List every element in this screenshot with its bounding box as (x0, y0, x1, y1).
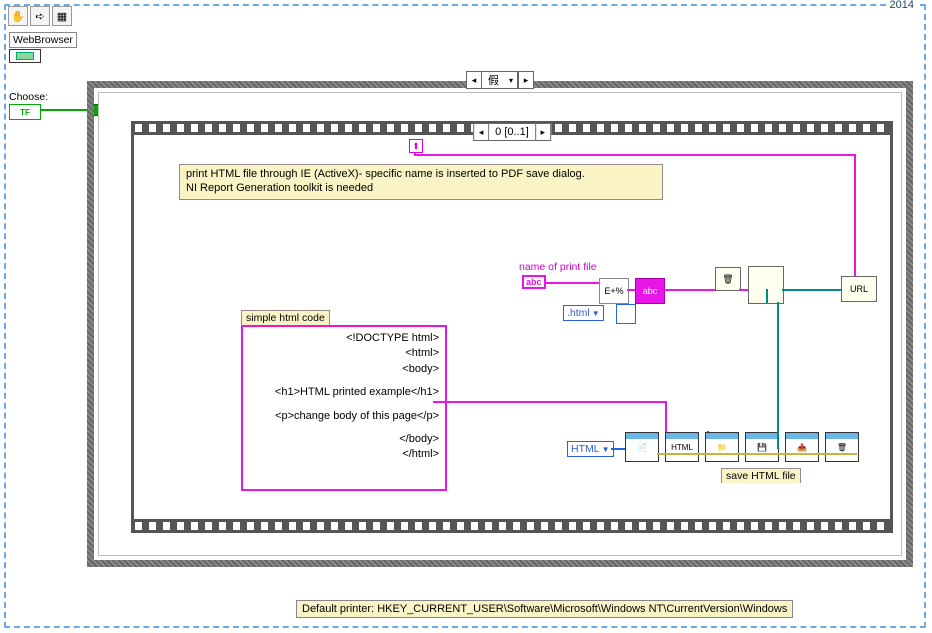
append-html-node[interactable]: HTML (665, 432, 699, 462)
error-wire (657, 453, 857, 455)
comment-main: print HTML file through IE (ActiveX)- sp… (179, 164, 663, 200)
webbrowser-label: WebBrowser (9, 32, 77, 48)
wire-bool (40, 109, 87, 111)
bundle-node[interactable] (616, 304, 636, 324)
arrow-tool-icon[interactable]: ➪ (30, 6, 50, 26)
pan-tool-icon[interactable]: ✋ (8, 6, 28, 26)
string-concat-node[interactable]: abc (635, 278, 665, 304)
html-type-constant[interactable]: HTML▼ (567, 441, 614, 457)
sequence-selector[interactable]: ◂ 0 [0..1] ▸ (473, 123, 551, 141)
delete-file-node[interactable]: 🗑 (715, 267, 741, 291)
case-selector[interactable]: ◂ 假 ▾ ▸ (466, 71, 534, 89)
url-node[interactable]: URL (841, 276, 877, 302)
ext-constant[interactable]: .html▼ (563, 305, 604, 321)
case-value[interactable]: 假 (482, 71, 505, 89)
save-report-node[interactable]: 💾 (745, 432, 779, 462)
highlight-tool-icon[interactable]: ▦ (52, 6, 72, 26)
choose-connector[interactable]: TF (9, 104, 41, 120)
dropdown-icon: ▼ (592, 309, 600, 318)
dispose-report-node[interactable]: 🗑 (825, 432, 859, 462)
case-prev-icon[interactable]: ◂ (466, 71, 482, 89)
case-next-icon[interactable]: ▸ (518, 71, 534, 89)
comment-line1: print HTML file through IE (ActiveX)- sp… (186, 168, 656, 182)
webbrowser-terminal: WebBrowser (9, 32, 77, 63)
choose-label: Choose: (9, 91, 48, 103)
seq-prev-icon[interactable]: ◂ (473, 123, 489, 141)
save-to-url-node[interactable]: 📤 (785, 432, 819, 462)
toolbar: ✋ ➪ ▦ (8, 6, 72, 26)
comment-line2: NI Report Generation toolkit is needed (186, 182, 656, 196)
html-box-label: simple html code (241, 310, 330, 325)
format-string-node[interactable]: E+% (599, 278, 629, 304)
year-badge: 2014 (886, 0, 918, 12)
dropdown-icon: ▼ (602, 445, 610, 454)
shift-register-up-icon[interactable]: ⬆ (409, 139, 423, 153)
case-dropdown-icon[interactable]: ▾ (505, 71, 518, 89)
footer-note: Default printer: HKEY_CURRENT_USER\Softw… (296, 600, 793, 618)
set-path-node[interactable]: 📁 (705, 432, 739, 462)
new-report-node[interactable]: 📄 (625, 432, 659, 462)
choose-terminal: Choose: TF (9, 91, 48, 120)
stacked-sequence[interactable]: ◂ 0 [0..1] ▸ ⬆ print HTML file through I… (131, 121, 893, 533)
webbrowser-connector[interactable] (9, 49, 41, 63)
seq-value[interactable]: 0 [0..1] (489, 123, 535, 141)
printfile-label: name of print file (519, 261, 597, 273)
case-structure[interactable]: ◂ 假 ▾ ▸ ◂ 0 [0..1] ▸ ⬆ print HTML file t… (87, 81, 913, 567)
wire-enum (611, 448, 625, 450)
save-html-label: save HTML file (721, 468, 801, 483)
html-string-constant[interactable]: <!DOCTYPE html> <html> <body> <h1>HTML p… (241, 325, 447, 491)
save-html-row: 📄 HTML 📁 💾 📤 🗑 (625, 432, 859, 462)
seq-next-icon[interactable]: ▸ (535, 123, 551, 141)
printfile-terminal[interactable]: abc (522, 275, 546, 289)
